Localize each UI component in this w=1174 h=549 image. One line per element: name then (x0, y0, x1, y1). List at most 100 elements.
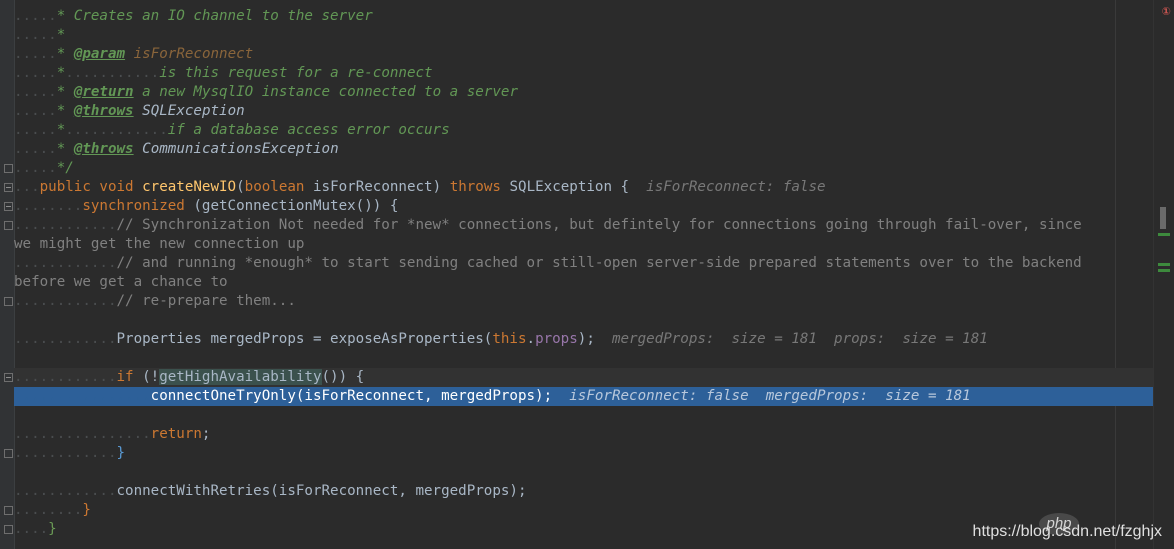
whitespace-dots: ........ (14, 502, 83, 518)
whitespace-dots: ... (14, 179, 40, 195)
code-line[interactable]: ................return; (14, 425, 1154, 444)
javadoc-param-name: isForReconnect (133, 46, 254, 62)
whitespace-dots: ..... (14, 122, 57, 138)
method-name[interactable]: createNewIO (142, 179, 236, 195)
code-line-wrapped[interactable]: we might get the new connection up (14, 235, 1154, 254)
line-comment: // Synchronization Not needed for *new* … (116, 217, 1082, 233)
code-editor[interactable]: .....* Creates an IO channel to the serv… (14, 0, 1154, 549)
code-line-wrapped[interactable]: before we get a chance to (14, 273, 1154, 292)
whitespace-dots: ..... (14, 103, 57, 119)
fold-marker-sync-end[interactable] (4, 506, 13, 515)
scroll-thumb[interactable] (1160, 207, 1166, 229)
field-name[interactable]: props (535, 331, 578, 347)
fold-marker-method[interactable] (4, 183, 13, 192)
code-line[interactable]: .....*/ (14, 159, 1154, 178)
whitespace-dots: ..... (14, 84, 57, 100)
code-line-method-signature[interactable]: ...public void createNewIO(boolean isFor… (14, 178, 1154, 197)
code-text: Properties mergedProps = exposeAsPropert… (116, 331, 493, 347)
code-line[interactable]: .....* @param isForReconnect (14, 45, 1154, 64)
code-line-execution-point[interactable]: ................connectOneTryOnly(isForR… (14, 387, 1154, 406)
code-line[interactable]: .....* @throws SQLException (14, 102, 1154, 121)
doc-comment: * (56, 122, 66, 138)
error-stripe-scrollbar[interactable]: ① (1153, 0, 1174, 549)
code-line[interactable]: ........synchronized (getConnectionMutex… (14, 197, 1154, 216)
fold-marker-if-end[interactable] (4, 449, 13, 458)
code-line[interactable]: ............Properties mergedProps = exp… (14, 330, 1154, 349)
exception-type[interactable]: SQLException (509, 179, 612, 195)
editor-gutter (0, 0, 15, 549)
code-line[interactable]: .....* @return a new MysqlIO instance co… (14, 83, 1154, 102)
javadoc-tag: @return (73, 84, 134, 100)
keyword: this (492, 331, 527, 347)
code-line[interactable]: ........} (14, 501, 1154, 520)
line-comment: // re-prepare them... (116, 293, 296, 309)
whitespace-dots: ..... (14, 46, 57, 62)
doc-comment (125, 46, 134, 62)
code-line[interactable]: ............// re-prepare them... (14, 292, 1154, 311)
code-line[interactable]: .....*...........is this request for a r… (14, 64, 1154, 83)
fold-marker-if[interactable] (4, 373, 13, 382)
code-line[interactable]: .....*............if a database access e… (14, 121, 1154, 140)
parameter-name[interactable]: isForReconnect (313, 179, 433, 195)
code-line[interactable]: .....* Creates an IO channel to the serv… (14, 7, 1154, 26)
change-marker[interactable] (1158, 269, 1170, 272)
keyword: void (99, 179, 134, 195)
doc-comment: * (56, 103, 74, 119)
change-marker[interactable] (1158, 233, 1170, 236)
javadoc-tag: @throws (73, 103, 134, 119)
whitespace-dots: .... (14, 521, 49, 537)
method-call[interactable]: getHighAvailability (159, 369, 322, 385)
doc-comment: * (56, 65, 66, 81)
close-brace: } (82, 502, 91, 518)
whitespace-dots: ............ (14, 331, 117, 347)
keyword: synchronized (82, 198, 185, 214)
keyword: throws (449, 179, 501, 195)
javadoc-reference[interactable]: CommunicationsException (142, 141, 338, 157)
code-text: ()) { (321, 369, 365, 385)
error-indicator-icon[interactable]: ① (1162, 6, 1171, 17)
whitespace-dots: ............ (14, 483, 117, 499)
change-marker[interactable] (1158, 263, 1170, 266)
whitespace-dots: ..... (14, 8, 57, 24)
watermark-url: https://blog.csdn.net/fzghjx (972, 523, 1162, 540)
whitespace-dots: ..... (14, 27, 57, 43)
whitespace-dots: ............ (14, 217, 117, 233)
code-line[interactable]: ............// and running *enough* to s… (14, 254, 1154, 273)
doc-comment: * (56, 84, 74, 100)
fold-marker-synchronized[interactable] (4, 202, 13, 211)
code-line[interactable]: ............} (14, 444, 1154, 463)
punctuation: ) (432, 179, 442, 195)
code-text: connectOneTryOnly(isForReconnect, merged… (150, 388, 553, 404)
debug-inline-value: isForReconnect: false (646, 179, 826, 195)
code-line[interactable]: .....* (14, 26, 1154, 45)
fold-marker-comment[interactable] (4, 221, 13, 230)
whitespace-dots: ............ (14, 369, 117, 385)
whitespace-dots: ..... (14, 160, 57, 176)
javadoc-reference[interactable]: SQLException (142, 103, 245, 119)
line-comment: // and running *enough* to start sending… (116, 255, 1082, 271)
whitespace-dots: ........ (14, 198, 83, 214)
debug-inline-value: isForReconnect: false mergedProps: size … (569, 388, 971, 404)
whitespace-dots: ................ (14, 388, 151, 404)
javadoc-tag: @param (73, 46, 126, 62)
fold-marker-comment-end[interactable] (4, 297, 13, 306)
whitespace-dots: ..... (14, 65, 57, 81)
doc-comment: is this request for a re-connect (159, 65, 433, 81)
doc-comment: * (56, 27, 66, 43)
punctuation: ; (201, 426, 211, 442)
doc-comment: * (56, 46, 74, 62)
doc-comment: */ (56, 160, 74, 176)
keyword: if (116, 369, 134, 385)
fold-marker-javadoc-end[interactable] (4, 164, 13, 173)
code-line[interactable]: .....* @throws CommunicationsException (14, 140, 1154, 159)
code-line[interactable]: ............connectWithRetries(isForReco… (14, 482, 1154, 501)
fold-marker-method-end[interactable] (4, 525, 13, 534)
whitespace-dots: ..... (14, 141, 57, 157)
doc-comment: a new MysqlIO instance connected to a se… (133, 84, 518, 100)
code-line-caret[interactable]: ............if (!getHighAvailability()) … (14, 368, 1154, 387)
doc-comment: * Creates an IO channel to the server (56, 8, 373, 24)
whitespace-dots: ........... (65, 65, 160, 81)
code-line[interactable]: ............// Synchronization Not neede… (14, 216, 1154, 235)
doc-comment: * (56, 141, 74, 157)
close-brace: } (116, 445, 126, 461)
